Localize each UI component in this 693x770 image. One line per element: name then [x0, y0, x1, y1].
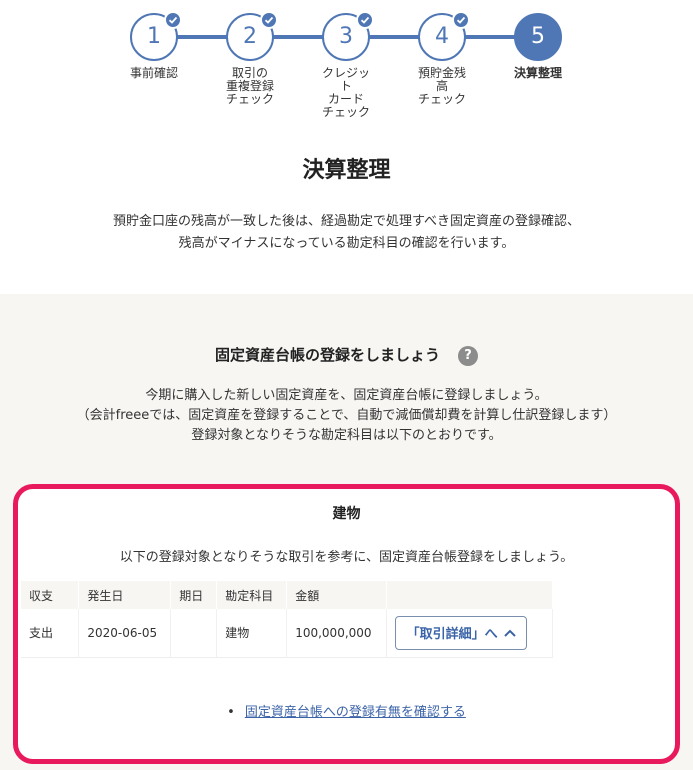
- step-circle: 1: [130, 11, 182, 61]
- step-circle: 2: [226, 11, 278, 61]
- transactions-table: 収支 発生日 期日 勘定科目 金額 支出 2020-06-05 建物 100,0…: [21, 581, 553, 658]
- step-5[interactable]: 5 決算整理: [493, 13, 583, 80]
- step-4[interactable]: 4 預貯金残 高 チェック: [397, 11, 487, 106]
- section-desc-line: 今期に購入した新しい固定資産を、固定資産台帳に登録しましょう。: [145, 388, 548, 403]
- account-card-building: 建物 以下の登録対象となりそうな取引を参考に、固定資産台帳登録をしましょう。 収…: [13, 484, 680, 764]
- page-title: 決算整理: [302, 158, 391, 183]
- cell-action: 「取引詳細」へ: [386, 609, 553, 658]
- step-label: 決算整理: [513, 66, 562, 80]
- step-circle: 3: [322, 11, 374, 61]
- cell-amount: 100,000,000: [286, 609, 388, 658]
- step-label: クレジッ ト カード チェック: [321, 66, 370, 119]
- step-2[interactable]: 2 取引の 重複登録 チェック: [205, 11, 295, 106]
- step-number: 4: [435, 24, 449, 49]
- step-1[interactable]: 1 事前確認: [109, 11, 199, 80]
- section-desc-line: （会計freeeでは、固定資産を登録することで、自動で減価償却費を計算し仕訳登録…: [76, 408, 617, 423]
- step-number: 2: [243, 24, 257, 49]
- table-header-row: 収支 発生日 期日 勘定科目 金額: [21, 581, 553, 609]
- intro-line: 残高がマイナスになっている勘定科目の確認を行います。: [178, 236, 515, 251]
- card-link-row: • 固定資産台帳への登録有無を確認する: [18, 701, 675, 720]
- section-desc-line: 登録対象となりそうな勘定科目は以下のとおりです。: [191, 428, 502, 443]
- column-header-due: 期日: [170, 581, 218, 609]
- step-number: 1: [147, 24, 161, 49]
- column-header-date: 発生日: [78, 581, 172, 609]
- transaction-detail-button[interactable]: 「取引詳細」へ: [395, 615, 528, 650]
- chevron-up-icon: [503, 629, 516, 637]
- intro-text: 預貯金口座の残高が一致した後は、経過勘定で処理すべき固定資産の登録確認、 残高が…: [0, 211, 693, 255]
- step-label: 取引の 重複登録 チェック: [225, 66, 274, 106]
- column-header-amount: 金額: [286, 581, 388, 609]
- check-icon: [452, 11, 470, 29]
- step-number: 3: [339, 24, 353, 49]
- card-title: 建物: [332, 506, 361, 522]
- cell-due: [170, 609, 218, 658]
- column-header-type: 収支: [21, 581, 80, 609]
- help-icon[interactable]: ?: [458, 346, 478, 366]
- step-3[interactable]: 3 クレジッ ト カード チェック: [301, 11, 391, 119]
- list-bullet: •: [227, 705, 235, 720]
- column-header-action: [386, 581, 553, 609]
- check-icon: [356, 11, 374, 29]
- card-description: 以下の登録対象となりそうな取引を参考に、固定資産台帳登録をしましょう。: [119, 550, 574, 565]
- detail-button-label: 「取引詳細」へ: [406, 626, 498, 642]
- step-number: 5: [531, 24, 545, 49]
- progress-stepper: 1 事前確認 2 取引の 重複登録 チェック 3 クレジッ ト カード チェック…: [0, 0, 693, 130]
- step-circle-active: 5: [514, 13, 562, 61]
- cell-date: 2020-06-05: [78, 609, 172, 658]
- column-header-account: 勘定科目: [216, 581, 288, 609]
- section-title: 固定資産台帳の登録をしましょう?: [0, 344, 693, 366]
- section-title-text: 固定資産台帳の登録をしましょう: [214, 346, 440, 364]
- cell-type: 支出: [21, 609, 80, 658]
- intro-line: 預貯金口座の残高が一致した後は、経過勘定で処理すべき固定資産の登録確認、: [112, 214, 581, 229]
- step-circle: 4: [418, 11, 470, 61]
- check-registration-link[interactable]: 固定資産台帳への登録有無を確認する: [245, 705, 466, 720]
- step-label: 事前確認: [129, 66, 178, 80]
- step-label: 預貯金残 高 チェック: [417, 66, 466, 106]
- table-row: 支出 2020-06-05 建物 100,000,000 「取引詳細」へ: [21, 609, 553, 658]
- cell-account: 建物: [216, 609, 288, 658]
- section-description: 今期に購入した新しい固定資産を、固定資産台帳に登録しましょう。 （会計freee…: [0, 386, 693, 446]
- page: 1 事前確認 2 取引の 重複登録 チェック 3 クレジッ ト カード チェック…: [0, 0, 693, 770]
- check-icon: [164, 11, 182, 29]
- check-icon: [260, 11, 278, 29]
